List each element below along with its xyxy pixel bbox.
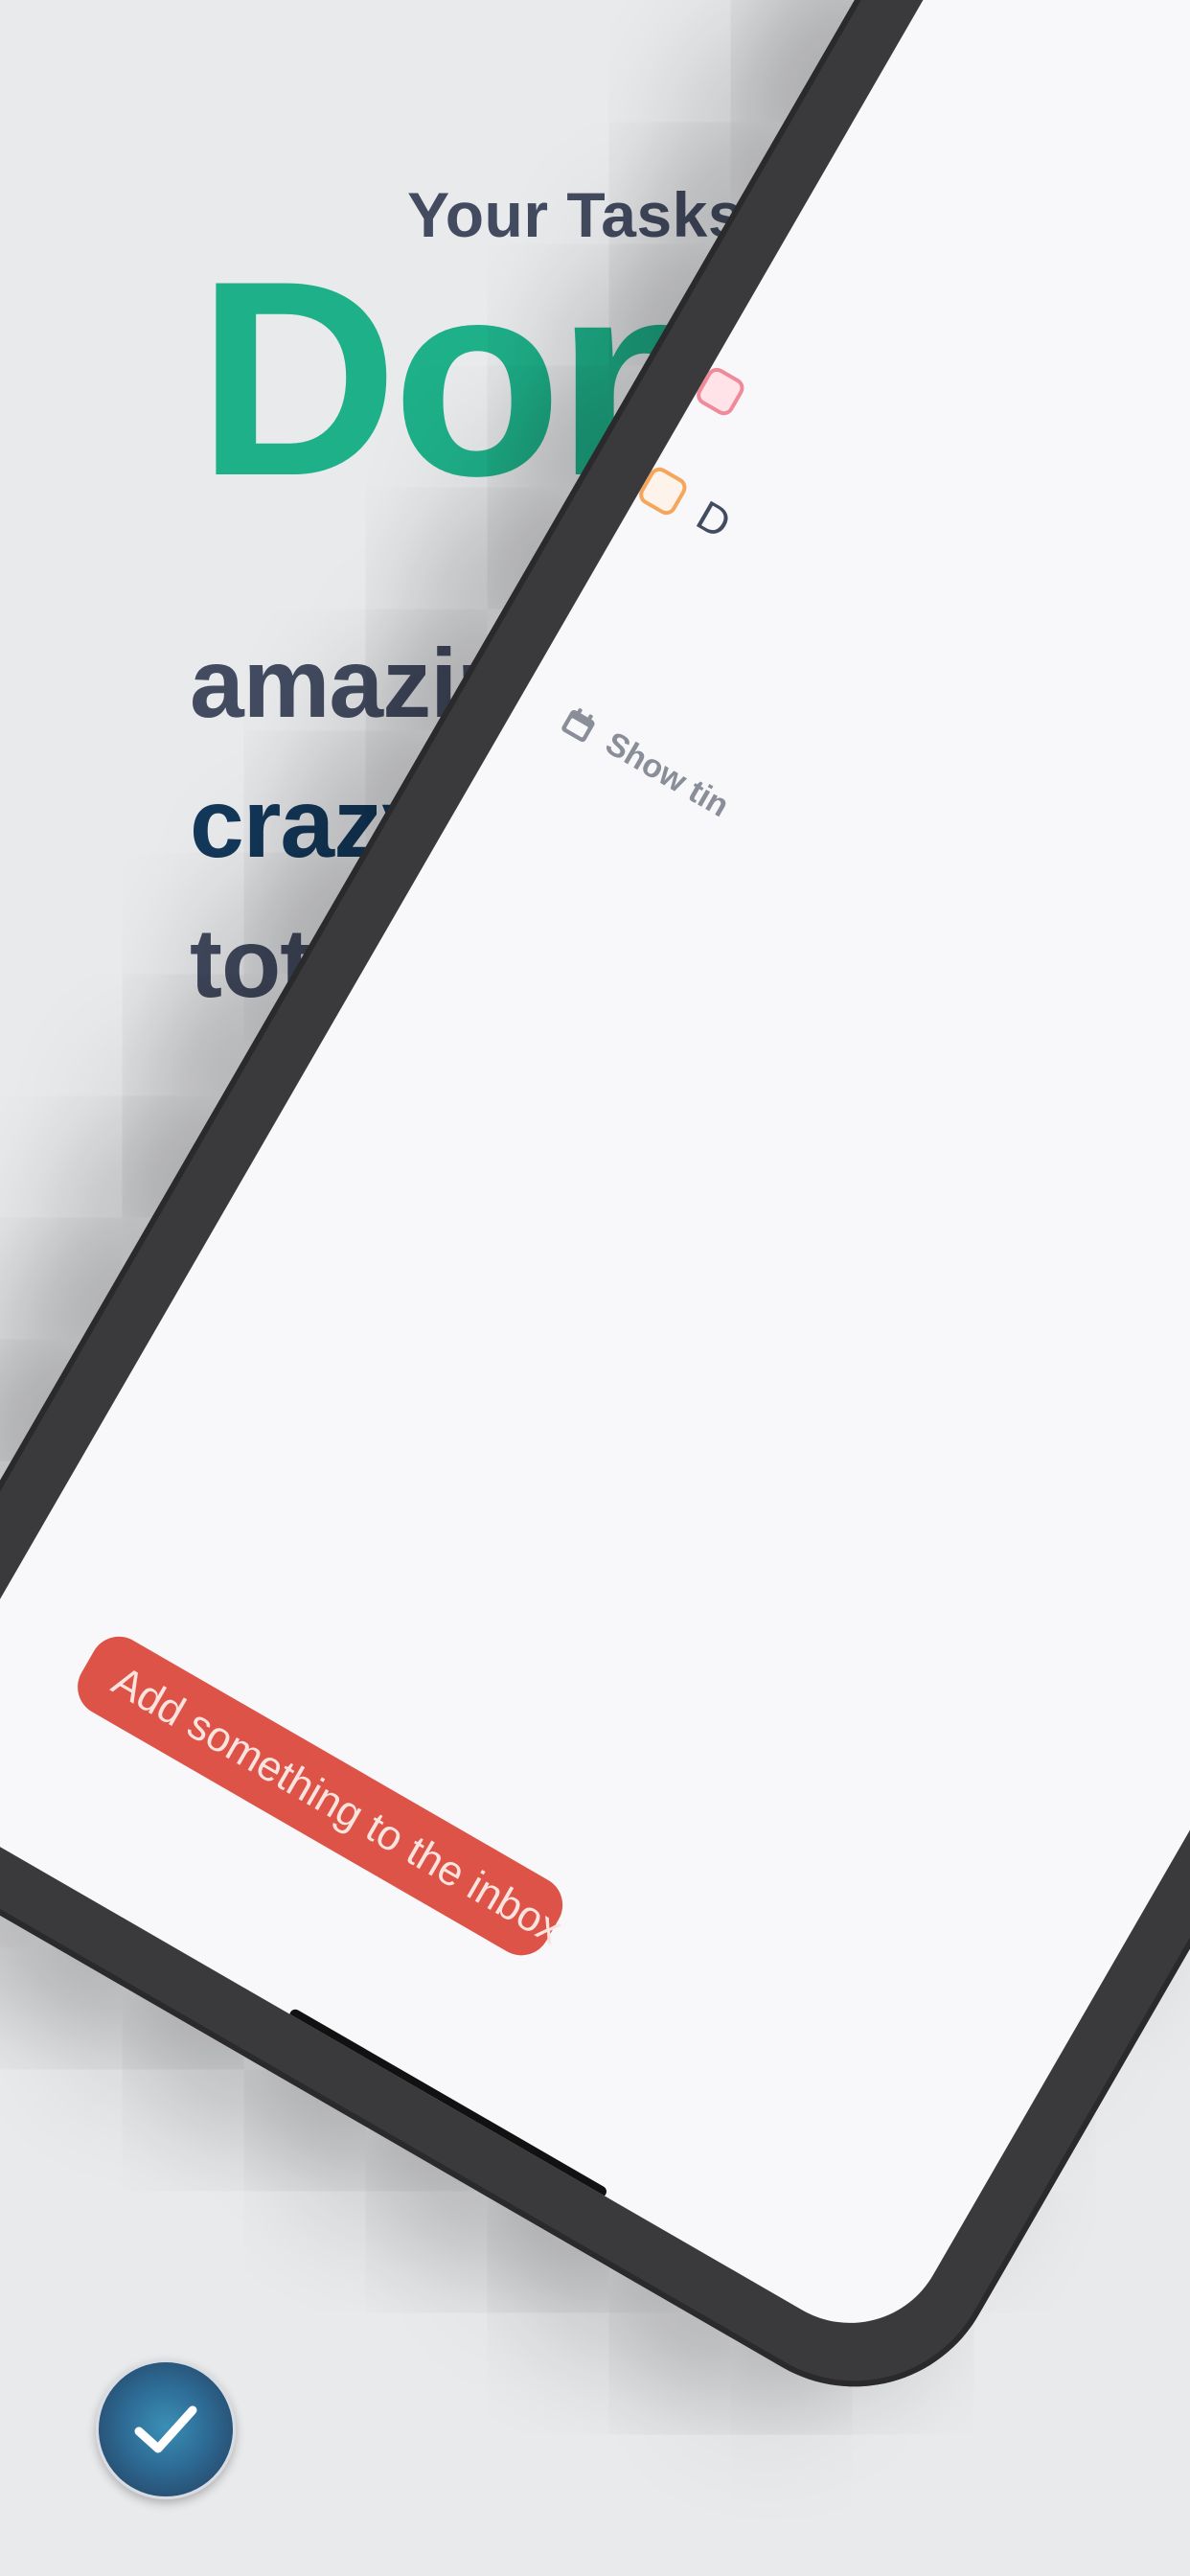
show-time-toggle[interactable]: Show tin — [556, 701, 735, 826]
show-time-label: Show tin — [599, 724, 736, 825]
home-indicator — [287, 2007, 609, 2199]
add-to-inbox-button[interactable]: Add something to the inbox — [67, 1625, 574, 1966]
calendar-icon — [561, 707, 595, 742]
task-checkbox[interactable] — [635, 463, 691, 519]
task-row[interactable] — [686, 353, 774, 443]
task-text: D — [688, 492, 739, 548]
task-row[interactable]: D — [629, 452, 744, 558]
task-checkbox[interactable] — [693, 363, 748, 420]
checkmark-icon — [134, 2405, 197, 2453]
app-logo — [96, 2359, 236, 2499]
